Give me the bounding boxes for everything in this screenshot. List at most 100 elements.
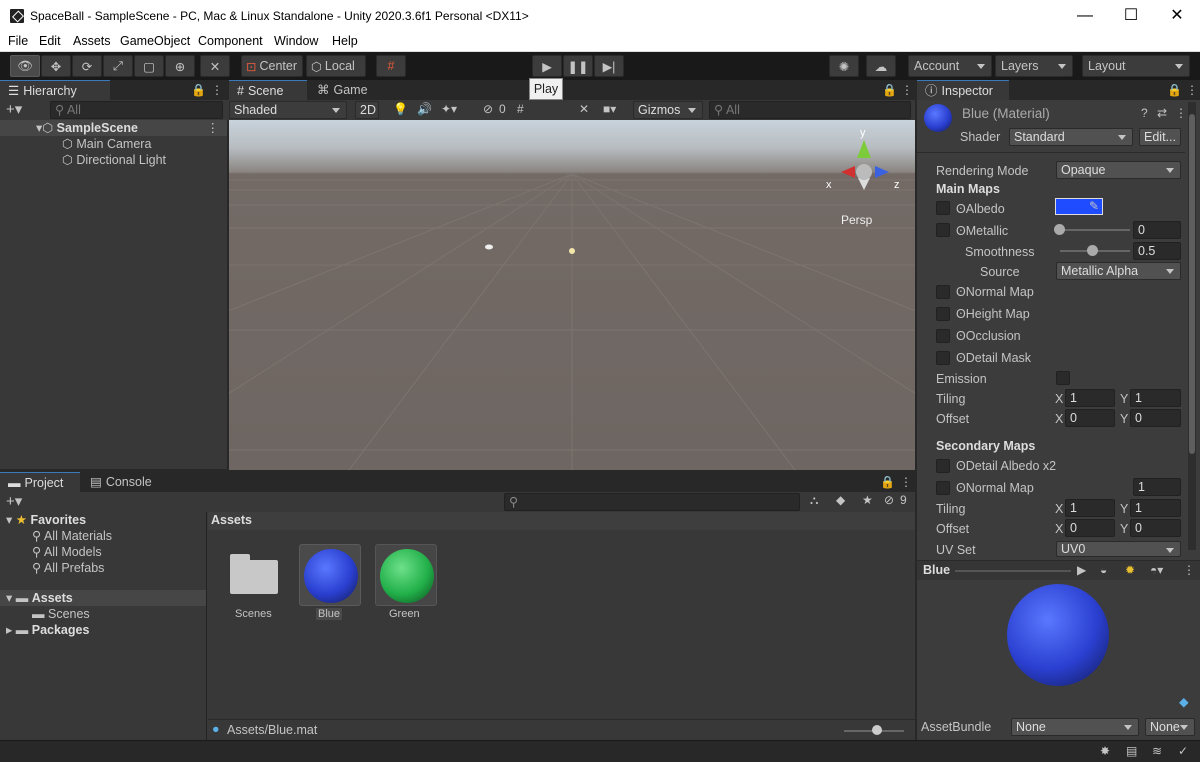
account-dropdown[interactable]: Account [908, 55, 992, 77]
kebab-menu-icon[interactable]: ⋮ [900, 475, 912, 489]
kebab-menu-icon[interactable]: ⋮ [1183, 563, 1195, 577]
asset-label-icon[interactable]: ◆ [1179, 694, 1189, 709]
tiling2-x-input[interactable]: 1 [1065, 499, 1115, 517]
metallic-texture-slot[interactable] [936, 223, 950, 237]
preview-mesh-icon[interactable]: ◓▾ [1150, 563, 1163, 577]
detail-mask-slot[interactable] [936, 351, 950, 365]
rect-tool-button[interactable]: ▢ [134, 55, 164, 77]
eyedropper-icon[interactable]: ✎ [1089, 199, 1099, 213]
shading-mode-dropdown[interactable]: Shaded [229, 101, 347, 119]
close-button[interactable]: ✕ [1154, 0, 1200, 31]
preview-sphere-icon[interactable]: ◒ [1100, 563, 1107, 577]
kebab-menu-icon[interactable]: ⋮ [901, 83, 913, 97]
offset2-y-input[interactable]: 0 [1130, 519, 1181, 537]
grid-item-green[interactable] [375, 544, 437, 606]
hidden-packages-icon[interactable]: ⊘ [884, 493, 894, 507]
material-preview-area[interactable]: ◆ [917, 580, 1200, 716]
hierarchy-item[interactable]: ⬡ Directional Light [0, 152, 166, 168]
project-search-input[interactable]: ⚲ [504, 493, 800, 511]
normal-map2-scale-input[interactable]: 1 [1133, 478, 1181, 496]
help-icon[interactable]: ? [1141, 106, 1148, 120]
lock-icon[interactable]: 🔒 [191, 83, 206, 97]
pivot-local-button[interactable]: ⬡ Local [306, 55, 366, 77]
step-button[interactable]: ▶| [594, 55, 624, 77]
metallic-slider[interactable] [1060, 229, 1130, 231]
tree-fav-item[interactable]: ⚲ All Materials [0, 528, 112, 544]
collab-button[interactable]: ✺ [829, 55, 859, 77]
bug-icon[interactable]: ✸ [1100, 744, 1110, 758]
rendering-mode-dropdown[interactable]: Opaque [1056, 161, 1181, 179]
filter-label-icon[interactable]: ◆ [836, 493, 845, 507]
transform-tool-button[interactable]: ⊕ [165, 55, 195, 77]
menu-window[interactable]: Window [274, 34, 318, 48]
tree-assets[interactable]: ▾ ▬ Assets [0, 590, 206, 606]
edit-shader-button[interactable]: Edit... [1139, 128, 1181, 146]
orientation-gizmo[interactable] [841, 140, 889, 190]
grid-snap-button[interactable]: # [376, 55, 406, 77]
tiling2-y-input[interactable]: 1 [1130, 499, 1181, 517]
tiling-x-input[interactable]: 1 [1065, 389, 1115, 407]
lighting-icon[interactable]: 💡 [393, 102, 408, 116]
maximize-button[interactable]: ☐ [1108, 0, 1154, 31]
occlusion-slot[interactable] [936, 329, 950, 343]
menu-edit[interactable]: Edit [39, 34, 61, 48]
emission-checkbox[interactable] [1056, 371, 1070, 385]
create-button[interactable]: +▾ [6, 492, 22, 510]
minimize-button[interactable]: — [1062, 0, 1108, 31]
offset-y-input[interactable]: 0 [1130, 409, 1181, 427]
tree-packages[interactable]: ▸ ▬ Packages [0, 622, 89, 638]
menu-gameobject[interactable]: GameObject [120, 34, 190, 48]
cloud-button[interactable]: ☁ [866, 55, 896, 77]
light-gizmo-icon[interactable] [569, 248, 575, 254]
menu-file[interactable]: File [8, 34, 28, 48]
effects-icon[interactable]: ✦▾ [441, 102, 457, 116]
tab-game[interactable]: ⌘ Game [309, 80, 379, 100]
tiling-y-input[interactable]: 1 [1130, 389, 1181, 407]
favorite-star-icon[interactable]: ★ [862, 493, 873, 507]
grid-item-folder[interactable] [230, 552, 278, 594]
normal-map-slot[interactable] [936, 285, 950, 299]
pivot-center-button[interactable]: ⊡ Center [241, 55, 303, 77]
lock-icon[interactable]: 🔒 [882, 83, 897, 97]
scrollbar-thumb[interactable] [1189, 114, 1195, 454]
normal-map2-slot[interactable] [936, 481, 950, 495]
tree-fav-item[interactable]: ⚲ All Prefabs [0, 560, 104, 576]
kebab-menu-icon[interactable]: ⋮ [207, 120, 220, 136]
grid-toggle-icon[interactable]: # [517, 102, 524, 116]
lock-icon[interactable]: 🔒 [1167, 83, 1182, 97]
hierarchy-search-input[interactable]: ⚲ All [50, 101, 223, 119]
tab-project[interactable]: ▬ Project [0, 472, 80, 492]
view-tool-button[interactable]: 👁 [10, 55, 40, 77]
custom-tool-button[interactable]: ✕ [200, 55, 230, 77]
uv-set-dropdown[interactable]: UV0 [1056, 541, 1181, 557]
tools-icon[interactable]: ✕ [579, 102, 589, 116]
tree-folder[interactable]: ▬ Scenes [0, 606, 90, 622]
menu-help[interactable]: Help [332, 34, 358, 48]
metallic-slider-thumb[interactable] [1054, 224, 1065, 235]
menu-component[interactable]: Component [198, 34, 263, 48]
kebab-menu-icon[interactable]: ⋮ [1175, 106, 1187, 120]
scale-tool-button[interactable]: ⤢ [103, 55, 133, 77]
scene-search-input[interactable]: ⚲ All [709, 101, 911, 119]
source-dropdown[interactable]: Metallic Alpha [1056, 262, 1181, 280]
hierarchy-item[interactable]: ⬡ Main Camera [0, 136, 151, 152]
tree-fav-item[interactable]: ⚲ All Models [0, 544, 102, 560]
kebab-menu-icon[interactable]: ⋮ [211, 83, 223, 97]
tab-scene[interactable]: # Scene [229, 80, 307, 100]
offset2-x-input[interactable]: 0 [1065, 519, 1115, 537]
play-icon[interactable]: ▶ [1077, 563, 1086, 577]
light-icon[interactable]: ✹ [1125, 563, 1135, 577]
scene-viewport[interactable]: y x z Persp [229, 120, 915, 470]
rotate-tool-button[interactable]: ⟳ [72, 55, 102, 77]
camera-icon[interactable]: ■▾ [603, 102, 616, 116]
kebab-menu-icon[interactable]: ⋮ [1186, 83, 1198, 97]
albedo-texture-slot[interactable] [936, 201, 950, 215]
camera-gizmo-icon[interactable] [485, 244, 493, 250]
metallic-input[interactable]: 0 [1133, 221, 1181, 239]
move-tool-button[interactable]: ✥ [41, 55, 71, 77]
preset-icon[interactable]: ⇄ [1157, 106, 1167, 120]
pause-button[interactable]: ❚❚ [563, 55, 593, 77]
gizmos-dropdown[interactable]: Gizmos [633, 101, 703, 119]
add-button[interactable]: +▾ [6, 100, 22, 118]
smoothness-input[interactable]: 0.5 [1133, 242, 1181, 260]
